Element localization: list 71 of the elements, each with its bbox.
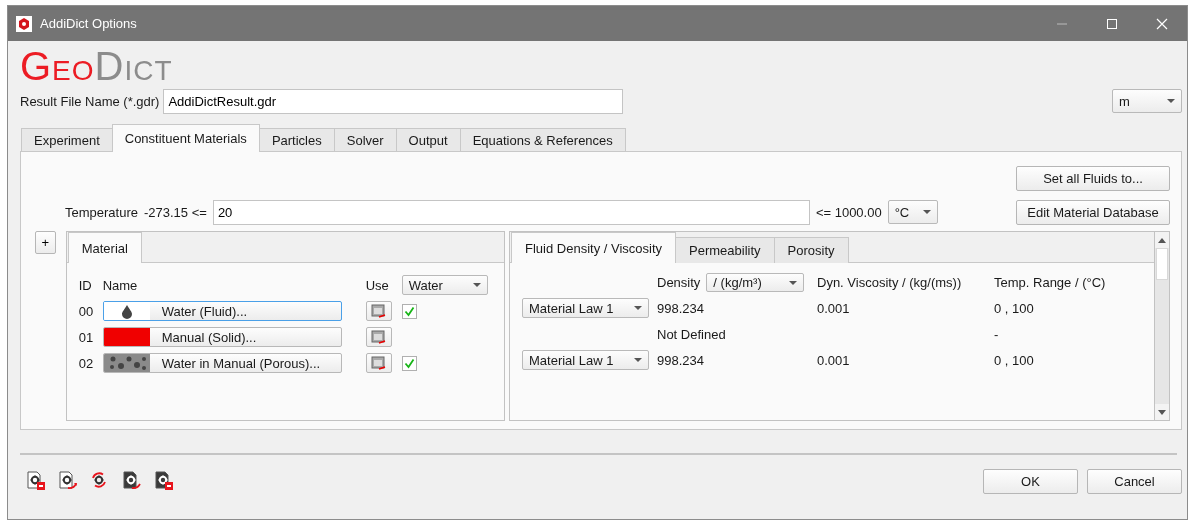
ok-button[interactable]: OK — [983, 468, 1078, 494]
use-dropdown[interactable]: Water — [401, 275, 488, 295]
save-settings-icon[interactable] — [26, 471, 46, 491]
tab[interactable]: Experiment — [21, 128, 113, 152]
cancel-button[interactable]: Cancel — [1087, 468, 1182, 494]
density-cell-text: 998.234 — [657, 300, 705, 316]
load-macro-icon[interactable] — [122, 471, 142, 491]
temperature-label: Temperature — [65, 204, 138, 220]
tab[interactable]: Particles — [258, 128, 335, 152]
porous-swatch — [103, 354, 150, 372]
logo: GeoDict — [20, 43, 173, 87]
temp-range-cell-text: - — [994, 326, 1000, 342]
set-fluids-button[interactable]: Set all Fluids to... — [1016, 166, 1170, 191]
scroll-down-icon[interactable] — [1158, 409, 1166, 415]
tab[interactable]: Constituent Materials — [111, 124, 260, 152]
drop-icon — [103, 302, 150, 320]
field-label: Result File Name (*.gdr) — [20, 93, 160, 109]
temp-range-cell-text: 0 , 100 — [994, 352, 1035, 368]
scroll-up-icon[interactable] — [1158, 237, 1166, 243]
scrollbar[interactable] — [1154, 231, 1170, 421]
solid-swatch — [103, 328, 150, 346]
unit-dropdown[interactable]: m — [1112, 89, 1182, 113]
save-macro-icon[interactable] — [154, 471, 174, 491]
app-icon — [16, 15, 32, 32]
tab[interactable]: Porosity — [773, 237, 849, 263]
tab[interactable]: Material — [67, 232, 142, 263]
id-cell-text: 00 — [78, 303, 95, 319]
edit-icon — [370, 304, 387, 318]
material-button[interactable]: Manual (Solid)... — [102, 327, 342, 347]
column-header: Density — [657, 275, 701, 290]
edit-button[interactable] — [365, 353, 392, 373]
material-button[interactable]: Water (Fluid)... — [102, 301, 342, 321]
edit-button[interactable] — [365, 327, 392, 347]
window-title: AddiDict Options — [40, 16, 137, 31]
close-icon — [1156, 17, 1168, 30]
temp-range-cell-text: 0 , 100 — [994, 300, 1035, 316]
column-header: Dyn. Viscosity / (kg/(ms)) — [817, 275, 963, 290]
density-cell-text: 998.234 — [657, 352, 705, 368]
column-header: ID — [78, 277, 93, 293]
load-settings-icon[interactable] — [58, 471, 78, 491]
checkbox[interactable] — [401, 303, 417, 319]
edit-icon — [370, 356, 387, 370]
edit-button[interactable] — [365, 301, 392, 321]
tab[interactable]: Fluid Density / Viscosity — [511, 232, 677, 263]
id-cell-text: 01 — [78, 329, 95, 345]
min-value-label: -273.15 <= — [144, 204, 207, 220]
temperature-unit-dropdown[interactable]: °C — [887, 200, 938, 224]
edit-icon — [370, 330, 387, 344]
material-button[interactable]: Water in Manual (Porous)... — [102, 353, 342, 373]
tab[interactable]: Permeability — [675, 237, 775, 263]
temperature-field[interactable]: 20 — [212, 199, 810, 225]
tab[interactable]: Equations & References — [459, 128, 626, 152]
viscosity-cell-text: 0.001 — [817, 300, 851, 316]
material-law-dropdown[interactable]: Material Law 1 — [522, 350, 649, 370]
density-unit-dropdown[interactable]: / (kg/m³) — [706, 273, 805, 292]
file-name-field[interactable]: AddiDictResult.gdr — [163, 88, 624, 114]
scroll-thumb[interactable] — [1156, 248, 1168, 280]
column-header: Name — [102, 277, 139, 293]
viscosity-cell-text: 0.001 — [817, 352, 851, 368]
column-header: Use — [365, 277, 390, 293]
maximize-icon — [1106, 17, 1118, 30]
material-law-dropdown[interactable]: Material Law 1 — [522, 298, 649, 318]
id-cell-text: 02 — [78, 355, 95, 371]
tab[interactable]: Solver — [333, 128, 397, 152]
checkbox[interactable] — [401, 355, 417, 371]
max-value-label: <= 1000.00 — [815, 204, 882, 220]
tab[interactable]: Output — [395, 128, 461, 152]
density-cell-text: Not Defined — [657, 326, 727, 342]
column-header: Temp. Range / (°C) — [994, 275, 1107, 290]
edit-database-button[interactable]: Edit Material Database — [1016, 199, 1170, 225]
add-button[interactable]: + — [35, 231, 56, 254]
